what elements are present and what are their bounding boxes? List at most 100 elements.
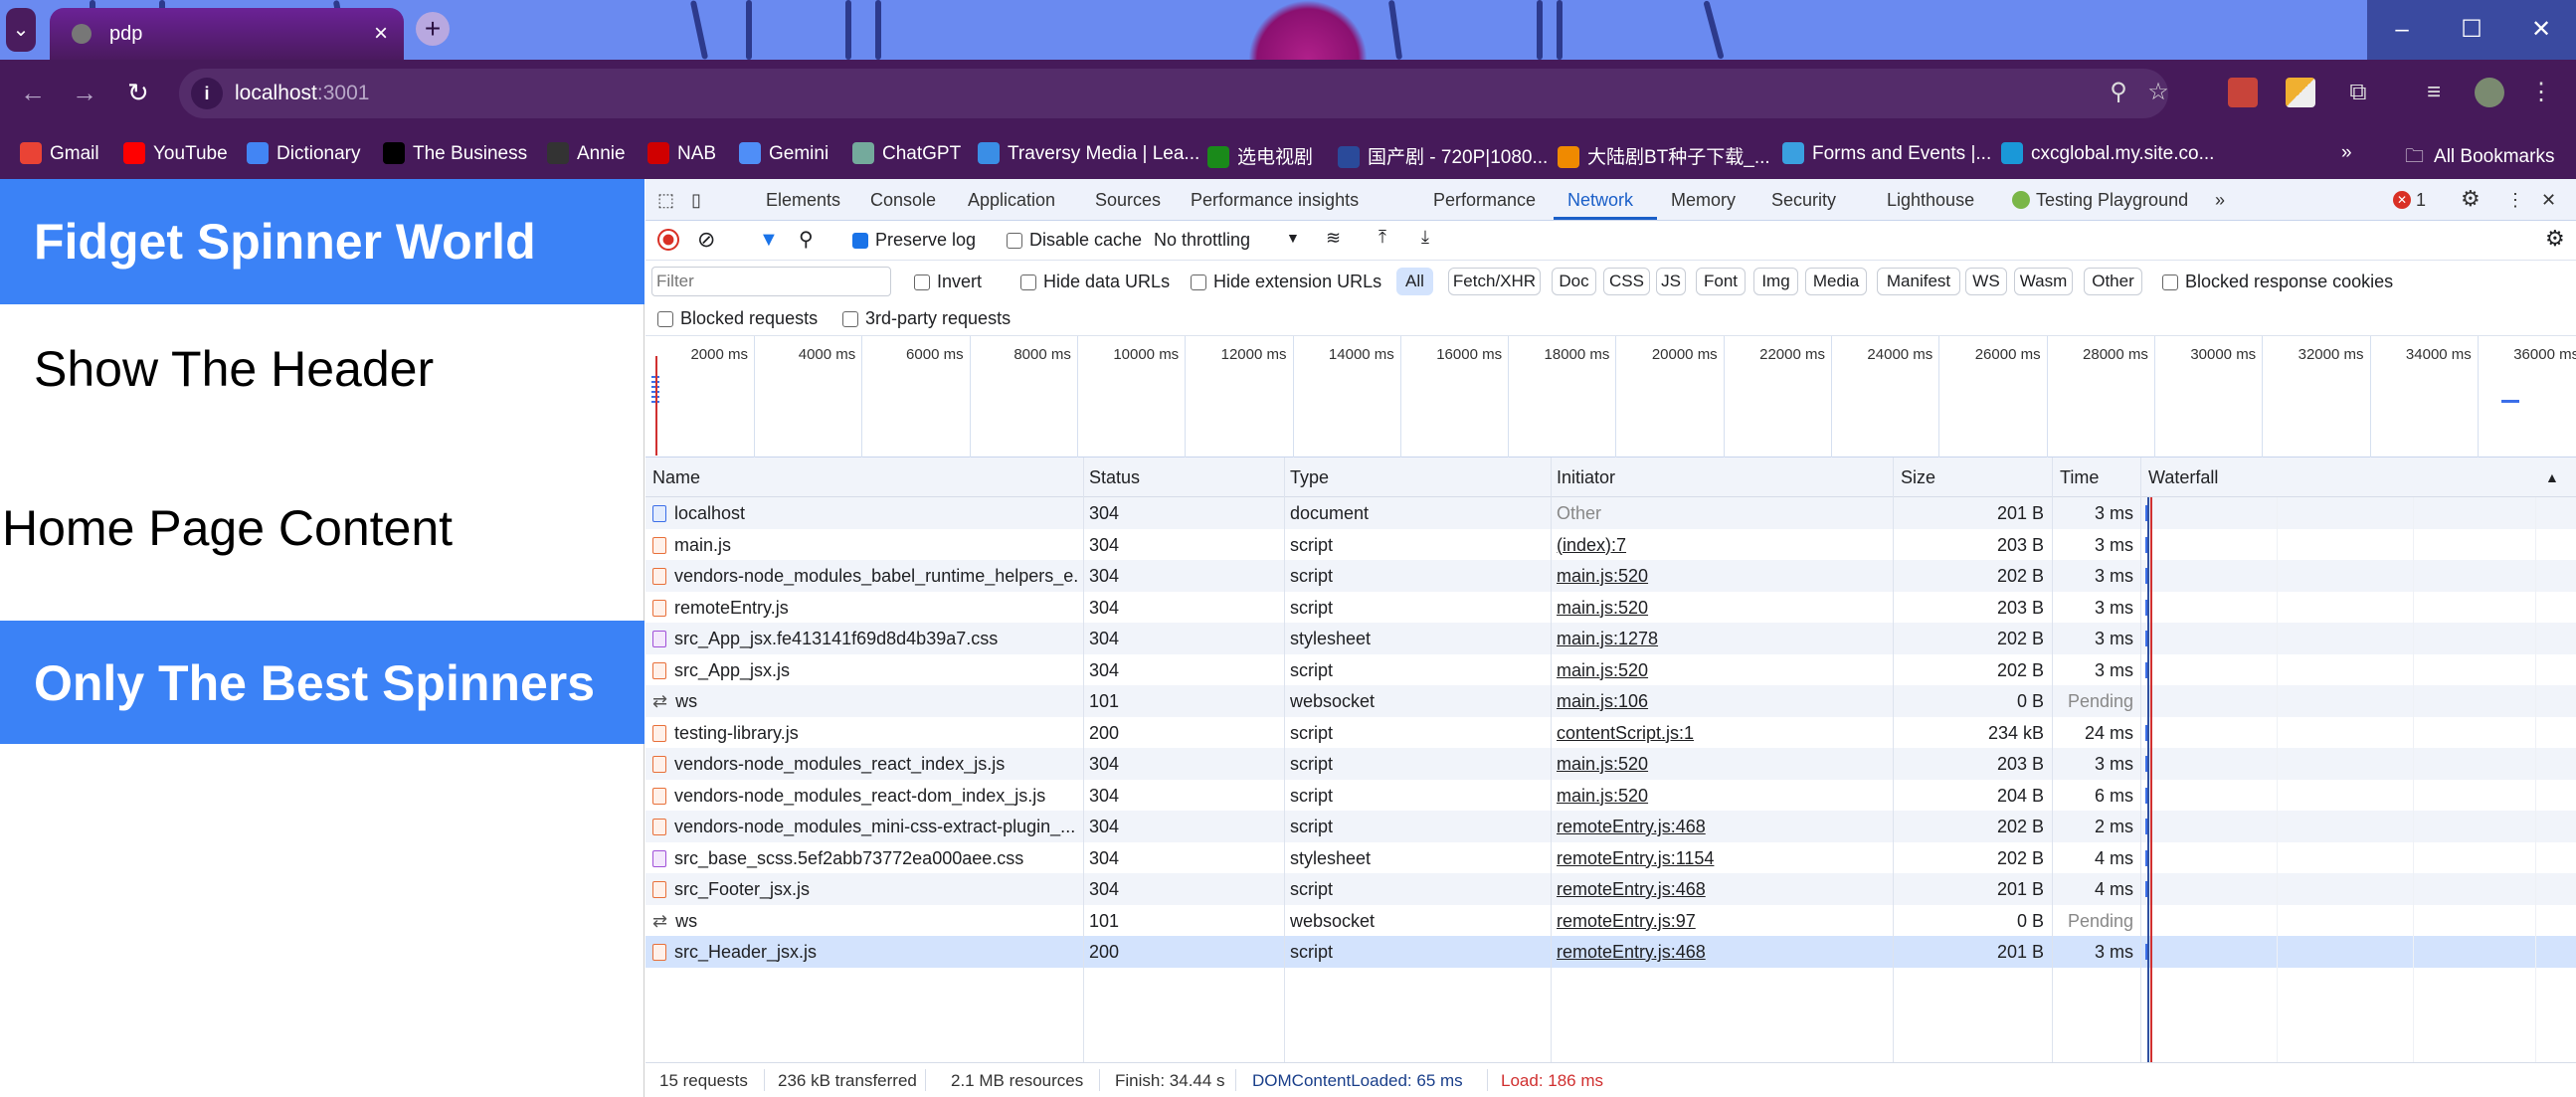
close-tab-icon[interactable]: × [374, 20, 388, 48]
bookmark-item[interactable]: Gmail [20, 142, 99, 165]
error-count[interactable]: 1 [2416, 190, 2426, 211]
request-initiator[interactable]: main.js:520 [1557, 660, 1648, 681]
reading-list-icon[interactable]: ≡ [2419, 78, 2449, 107]
tab-sources[interactable]: Sources [1095, 190, 1161, 211]
filter-input[interactable] [651, 267, 891, 296]
bookmark-item[interactable]: ChatGPT [852, 142, 961, 165]
column-header-name[interactable]: Name [652, 467, 700, 488]
more-options-icon[interactable]: ⋮ [2506, 190, 2524, 211]
request-initiator[interactable]: main.js:520 [1557, 566, 1648, 587]
table-row[interactable]: vendors-node_modules_babel_runtime_helpe… [645, 560, 2576, 592]
bookmark-item[interactable]: Forms and Events |... [1782, 142, 1991, 165]
extension-react-icon[interactable] [2228, 78, 2258, 107]
tab-security[interactable]: Security [1771, 190, 1836, 211]
tab-network[interactable]: Network [1567, 190, 1633, 211]
import-har-icon[interactable]: ⤒ [1379, 227, 1386, 248]
tab-console[interactable]: Console [870, 190, 936, 211]
tab-testing-playground[interactable]: Testing Playground [2036, 190, 2188, 211]
forward-icon[interactable]: → [72, 78, 97, 108]
more-tabs-icon[interactable]: » [2215, 190, 2225, 211]
invert-checkbox[interactable]: Invert [914, 272, 982, 292]
network-conditions-icon[interactable]: ≋ [1326, 228, 1341, 249]
menu-icon[interactable]: ⋮ [2526, 78, 2556, 107]
request-initiator[interactable]: remoteEntry.js:1154 [1557, 848, 1714, 869]
request-initiator[interactable]: remoteEntry.js:468 [1557, 817, 1706, 837]
table-row[interactable]: src_base_scss.5ef2abb73772ea000aee.css 30… [645, 841, 2576, 873]
error-icon[interactable]: ✕ [2393, 191, 2411, 209]
request-initiator[interactable]: contentScript.js:1 [1557, 723, 1694, 744]
bookmark-item[interactable]: 大陆剧BT种子下载_... [1558, 142, 1770, 169]
bookmark-item[interactable]: Dictionary [247, 142, 360, 165]
filter-type-all[interactable]: All [1396, 268, 1433, 295]
tab-elements[interactable]: Elements [766, 190, 840, 211]
tab-memory[interactable]: Memory [1671, 190, 1736, 211]
tab-performance[interactable]: Performance [1433, 190, 1536, 211]
bookmark-item[interactable]: 选电视剧 [1207, 142, 1313, 169]
clear-icon[interactable]: ⊘ [697, 227, 715, 253]
export-har-icon[interactable]: ⤓ [1421, 227, 1429, 248]
filter-icon[interactable]: ▼ [759, 229, 779, 252]
close-devtools-icon[interactable]: ✕ [2541, 190, 2556, 211]
bookmark-item[interactable]: The Business [383, 142, 527, 165]
request-initiator[interactable]: main.js:1278 [1557, 629, 1658, 649]
filter-type-img[interactable]: Img [1753, 268, 1798, 295]
request-initiator[interactable]: remoteEntry.js:97 [1557, 911, 1696, 932]
filter-type-manifest[interactable]: Manifest [1877, 268, 1960, 295]
search-icon[interactable]: ⚲ [799, 227, 814, 252]
tab-search-button[interactable]: ⌄ [6, 8, 36, 52]
blocked-requests-checkbox[interactable]: Blocked requests [657, 308, 818, 329]
back-icon[interactable]: ← [20, 78, 46, 108]
filter-type-js[interactable]: JS [1656, 268, 1686, 295]
disable-cache-checkbox[interactable]: Disable cache [1007, 230, 1142, 251]
tab-application[interactable]: Application [968, 190, 1055, 211]
close-window-button[interactable]: ✕ [2506, 0, 2576, 60]
maximize-button[interactable]: ☐ [2437, 0, 2506, 60]
sort-ascending-icon[interactable]: ▲ [2545, 469, 2559, 485]
column-header-size[interactable]: Size [1901, 467, 1935, 488]
profile-avatar[interactable] [2475, 78, 2504, 107]
record-stop-icon[interactable] [657, 229, 679, 251]
table-row[interactable]: ⇄ ws 101 websocket remoteEntry.js:97 0 B Pendi… [645, 904, 2576, 936]
request-initiator[interactable]: main.js:520 [1557, 598, 1648, 619]
request-initiator[interactable]: remoteEntry.js:468 [1557, 942, 1706, 963]
new-tab-button[interactable]: + [416, 12, 450, 46]
filter-type-wasm[interactable]: Wasm [2014, 268, 2073, 295]
bookmark-item[interactable]: YouTube [123, 142, 228, 165]
column-header-waterfall[interactable]: Waterfall [2148, 467, 2218, 488]
all-bookmarks-button[interactable]: 🗀 All Bookmarks [2405, 142, 2554, 174]
filter-type-font[interactable]: Font [1696, 268, 1746, 295]
column-header-type[interactable]: Type [1290, 467, 1329, 488]
column-header-status[interactable]: Status [1089, 467, 1140, 488]
extension-notes-icon[interactable] [2286, 78, 2315, 107]
tab-performance-insights[interactable]: Performance insights [1191, 190, 1359, 211]
inspect-element-icon[interactable]: ⬚ [657, 190, 674, 211]
hide-extension-urls-checkbox[interactable]: Hide extension URLs [1191, 272, 1381, 292]
table-row[interactable]: vendors-node_modules_mini-css-extract-pl… [645, 811, 2576, 842]
request-initiator[interactable]: main.js:106 [1557, 691, 1648, 712]
settings-icon[interactable]: ⚙ [2461, 186, 2481, 212]
network-overview-timeline[interactable]: 2000 ms 4000 ms 6000 ms 8000 ms 10000 ms 1200… [645, 336, 2576, 457]
browser-tab[interactable]: pdp × [50, 8, 404, 60]
blocked-response-cookies-checkbox[interactable]: Blocked response cookies [2162, 272, 2393, 292]
table-row[interactable]: src_Header_jsx.js 200 script remoteEntry.js… [645, 936, 2576, 968]
table-row[interactable]: localhost 304 document Other 201 B 3 ms [645, 497, 2576, 529]
bookmark-star-icon[interactable]: ☆ [2143, 78, 2173, 107]
zoom-icon[interactable]: ⚲ [2104, 78, 2133, 107]
device-toolbar-icon[interactable]: ▯ [691, 190, 701, 211]
column-header-time[interactable]: Time [2060, 467, 2099, 488]
table-row[interactable]: main.js 304 script (index):7 203 B 3 ms [645, 528, 2576, 560]
table-row[interactable]: src_App_jsx.js 304 script main.js:520 202 B 3… [645, 653, 2576, 685]
filter-type-doc[interactable]: Doc [1552, 268, 1596, 295]
bookmark-item[interactable]: Annie [547, 142, 626, 165]
request-initiator[interactable]: remoteEntry.js:468 [1557, 879, 1706, 900]
bookmark-item[interactable]: Traversy Media | Lea... [978, 142, 1199, 165]
table-row[interactable]: ⇄ ws 101 websocket main.js:106 0 B Pending [645, 685, 2576, 717]
tab-lighthouse[interactable]: Lighthouse [1887, 190, 1974, 211]
address-bar[interactable]: i localhost:3001 ⚲ ☆ [179, 69, 2169, 118]
table-row[interactable]: src_Footer_jsx.js 304 script remoteEntry.js… [645, 873, 2576, 905]
reload-icon[interactable]: ↻ [127, 78, 149, 108]
bookmark-item[interactable]: NAB [647, 142, 716, 165]
more-bookmarks-icon[interactable]: » [2341, 142, 2352, 164]
filter-type-media[interactable]: Media [1805, 268, 1867, 295]
request-initiator[interactable]: main.js:520 [1557, 786, 1648, 807]
